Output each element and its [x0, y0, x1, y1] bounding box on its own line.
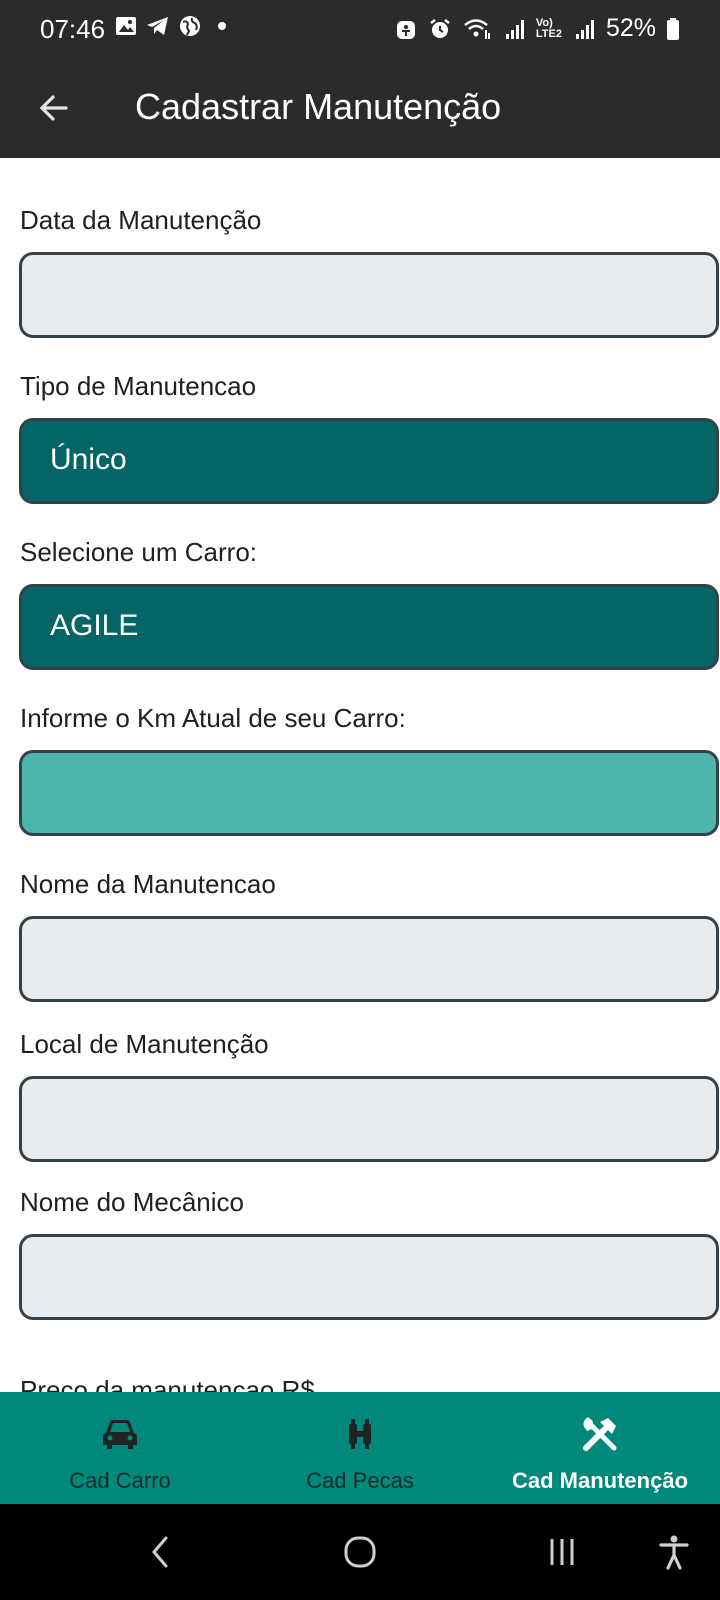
system-back-button[interactable]	[138, 1530, 182, 1574]
car-icon	[100, 1414, 140, 1454]
field-local-manutencao: Local de Manutenção	[19, 1026, 719, 1162]
dot-icon	[210, 14, 234, 38]
system-recents-button[interactable]	[540, 1530, 584, 1574]
select-value: AGILE	[50, 609, 139, 642]
field-km-atual: Informe o Km Atual de seu Carro:	[19, 700, 719, 836]
volte-icon: Vo) LTE2	[535, 16, 562, 40]
globe-icon	[178, 14, 202, 38]
battery-percent: 52%	[605, 14, 656, 42]
field-label: Local de Manutenção	[20, 1029, 269, 1059]
field-label: Selecione um Carro:	[20, 537, 257, 567]
alarm-icon	[428, 17, 452, 41]
car-select[interactable]: AGILE	[19, 584, 719, 670]
field-label: Preco da manutencao R$	[20, 1375, 315, 1392]
nav-item-cad-pecas[interactable]: Cad Pecas	[240, 1392, 480, 1504]
system-navigation-bar	[0, 1504, 720, 1600]
field-label: Tipo de Manutencao	[20, 371, 257, 401]
field-nome-manutencao: Nome da Manutencao	[19, 866, 719, 1002]
parts-icon	[340, 1414, 380, 1454]
nav-label: Cad Carro	[69, 1468, 171, 1493]
field-selecione-carro: Selecione um Carro: AGILE	[19, 534, 719, 670]
nome-manutencao-input[interactable]	[19, 916, 719, 1002]
field-data-manutencao: Data da Manutenção	[19, 202, 719, 338]
field-label: Nome da Manutencao	[20, 869, 276, 899]
recents-icon	[550, 1539, 574, 1565]
nav-label: Cad Pecas	[306, 1468, 414, 1493]
status-bar: 07:46 Vo) LTE2 52%	[0, 0, 720, 58]
signal-icon	[502, 17, 526, 41]
select-value: Único	[50, 443, 127, 476]
tipo-manutencao-select[interactable]: Único	[19, 418, 719, 504]
field-label: Nome do Mecânico	[20, 1187, 244, 1217]
date-input[interactable]	[19, 252, 719, 338]
local-manutencao-input[interactable]	[19, 1076, 719, 1162]
tools-icon	[580, 1414, 620, 1454]
battery-icon	[666, 17, 680, 41]
bottom-navigation: Cad Carro Cad Pecas Cad Manutenção	[0, 1392, 720, 1504]
accessibility-icon	[394, 17, 418, 41]
system-home-button[interactable]	[338, 1530, 382, 1574]
accessibility-person-icon	[659, 1535, 689, 1570]
home-circle-icon	[344, 1536, 376, 1568]
field-nome-mecanico: Nome do Mecânico	[19, 1184, 719, 1320]
status-time: 07:46	[40, 14, 106, 44]
gallery-icon	[114, 14, 138, 38]
system-accessibility-button[interactable]	[652, 1530, 696, 1574]
volte-top-label: Vo)	[535, 16, 553, 29]
volte-bottom-label: LTE2	[535, 27, 562, 40]
arrow-left-icon	[39, 95, 68, 121]
field-preco-manutencao: Preco da manutencao R$	[20, 1372, 700, 1392]
chevron-left-icon	[152, 1536, 168, 1568]
field-label: Informe o Km Atual de seu Carro:	[20, 703, 406, 733]
status-left-icons	[114, 14, 234, 38]
wifi-icon	[462, 17, 492, 41]
page-title: Cadastrar Manutenção	[135, 86, 502, 127]
status-right-icons: Vo) LTE2 52%	[394, 14, 680, 43]
nome-mecanico-input[interactable]	[19, 1234, 719, 1320]
telegram-icon	[146, 14, 170, 38]
nav-item-cad-carro[interactable]: Cad Carro	[0, 1392, 240, 1504]
field-label: Data da Manutenção	[20, 205, 262, 235]
nav-item-cad-manutencao[interactable]: Cad Manutenção	[480, 1392, 720, 1504]
form-content[interactable]: Data da Manutenção Tipo de Manutencao Ún…	[0, 158, 720, 1392]
km-input[interactable]	[19, 750, 719, 836]
app-bar: Cadastrar Manutenção	[0, 58, 720, 158]
nav-label: Cad Manutenção	[511, 1468, 689, 1493]
signal-icon	[572, 17, 596, 41]
back-button[interactable]	[30, 84, 78, 132]
field-tipo-manutencao: Tipo de Manutencao Único	[19, 368, 719, 504]
